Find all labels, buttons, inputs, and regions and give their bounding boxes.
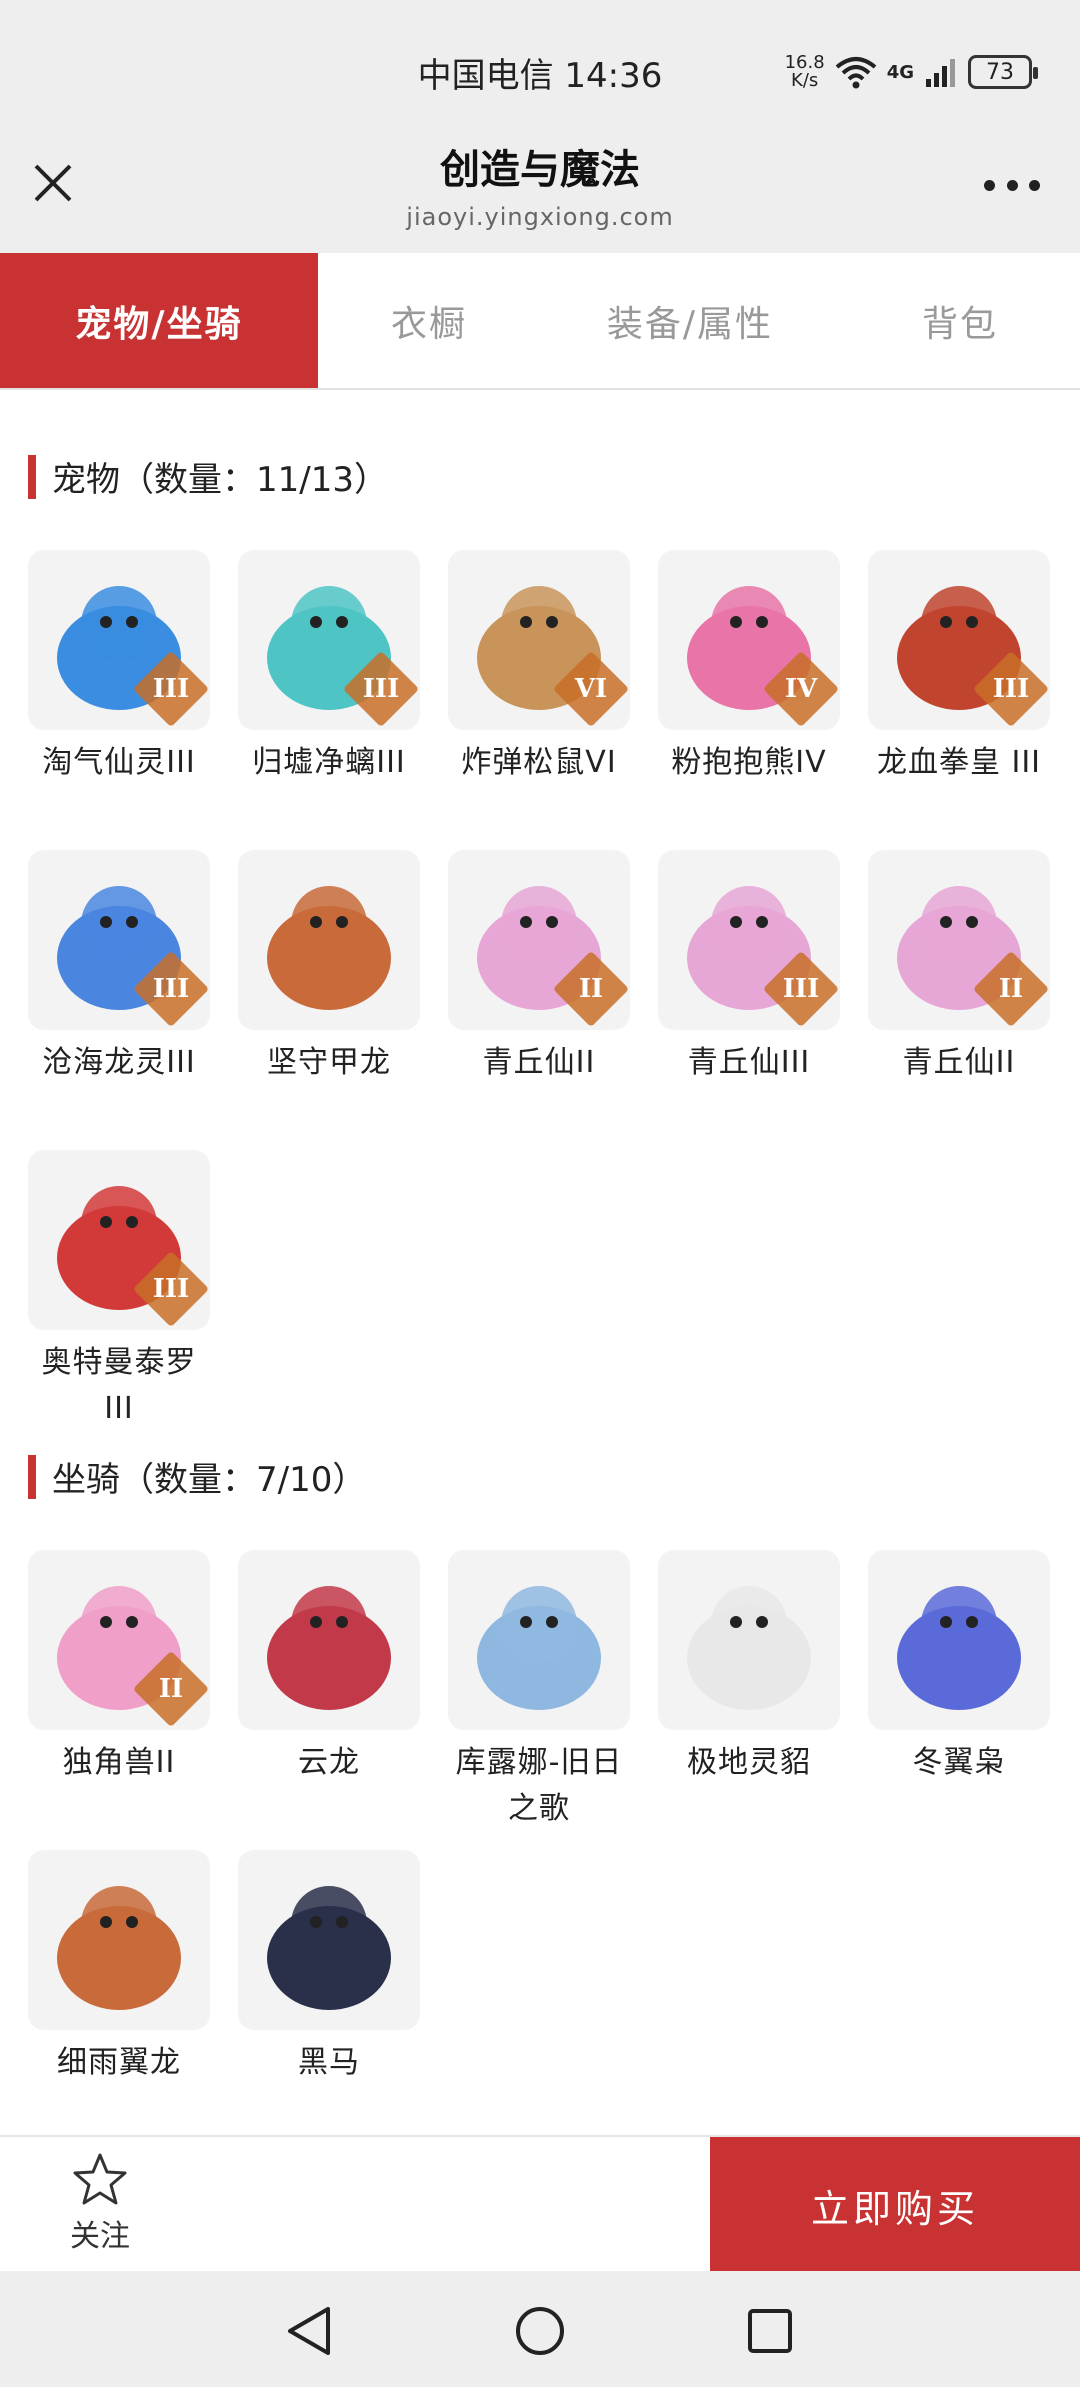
more-options-icon[interactable] [984,175,1040,195]
white-fox-icon [687,1586,811,1710]
list-item[interactable]: 坚守甲龙 [238,850,420,1086]
page-url: jiaoyi.yingxiong.com [406,203,674,231]
item-thumbnail: III [28,850,210,1030]
tab-wardrobe[interactable]: 衣橱 [318,253,540,388]
tab-backpack[interactable]: 背包 [840,253,1080,388]
list-item[interactable]: III 淘气仙灵III [28,550,210,786]
black-horse-icon [267,1886,391,2010]
rank-badge-text: VI [574,674,608,704]
tab-equipment-attributes[interactable]: 装备/属性 [540,253,840,388]
battery-icon: 73 [968,55,1038,89]
bottom-action-bar: 关注 立即购买 [0,2135,1080,2273]
list-item[interactable]: VI 炸弹松鼠VI [448,550,630,786]
item-name: 坚守甲龙 [267,1045,391,1080]
rank-badge-text: III [992,674,1030,704]
tab-bar: 宠物/坐骑 衣橱 装备/属性 背包 [0,253,1080,390]
tab-pets-mounts[interactable]: 宠物/坐骑 [0,253,318,388]
item-thumbnail: VI [448,550,630,730]
list-item[interactable]: III 沧海龙灵III [28,850,210,1086]
list-item[interactable]: II 青丘仙II [448,850,630,1086]
item-name: 龙血拳皇 III [876,745,1042,780]
list-item[interactable]: II 独角兽II [28,1550,210,1786]
list-item[interactable]: 冬翼枭 [868,1550,1050,1786]
follow-button[interactable]: 关注 [60,2151,140,2255]
home-icon[interactable] [510,2301,570,2361]
mounts-section-title: 坐骑（数量：7/10） [28,1452,366,1501]
item-thumbnail [238,1850,420,2030]
item-name: 炸弹松鼠VI [461,745,617,780]
list-item[interactable]: III 奥特曼泰罗III [28,1150,210,1432]
net-speed: 16.8 K/s [784,52,825,91]
list-item[interactable]: 黑马 [238,1850,420,2086]
pets-section-title: 宠物（数量：11/13） [28,452,388,501]
list-item[interactable]: III 龙血拳皇 III [868,550,1050,786]
title-bar: 创造与魔法 jiaoyi.yingxiong.com [0,135,1080,253]
rank-badge-text: III [362,674,400,704]
list-item[interactable]: 库露娜-旧日之歌 [448,1550,630,1832]
rank-badge-text: II [998,974,1024,1004]
item-thumbnail: II [868,850,1050,1030]
item-name: 细雨翼龙 [57,2045,181,2080]
list-item[interactable]: 极地灵貂 [658,1550,840,1786]
item-thumbnail: III [658,850,840,1030]
item-thumbnail: II [28,1550,210,1730]
page-title: 创造与魔法 [440,147,640,193]
list-item[interactable]: III 归墟净螭III [238,550,420,786]
list-item[interactable]: II 青丘仙II [868,850,1050,1086]
item-name: 黑马 [298,2045,360,2080]
network-type: 4G [886,61,914,83]
pterodactyl-icon [57,1886,181,2010]
rank-badge-text: III [152,974,190,1004]
wifi-icon [835,57,876,89]
item-name: 粉抱抱熊IV [671,745,827,780]
item-name: 淘气仙灵III [42,745,196,780]
item-thumbnail: III [868,550,1050,730]
buy-now-button[interactable]: 立即购买 [710,2137,1080,2273]
rank-badge-text: III [152,674,190,704]
back-icon[interactable] [280,2301,340,2361]
status-bar: 中国电信 14:36 16.8 K/s 4G 73 [0,0,1080,135]
rank-badge-text: IV [784,674,818,704]
list-item[interactable]: 细雨翼龙 [28,1850,210,2086]
rank-badge-text: III [782,974,820,1004]
item-thumbnail [448,1550,630,1730]
item-name: 冬翼枭 [912,1745,1006,1780]
item-name: 青丘仙II [902,1045,1016,1080]
item-name: 库露娜-旧日之歌 [455,1745,623,1826]
item-name: 奥特曼泰罗III [41,1345,197,1426]
item-thumbnail: III [238,550,420,730]
item-name: 独角兽II [62,1745,176,1780]
item-name: 青丘仙III [687,1045,811,1080]
rank-badge-text: II [158,1674,184,1704]
item-thumbnail: II [448,850,630,1030]
item-name: 沧海龙灵III [42,1045,196,1080]
item-thumbnail [868,1550,1050,1730]
sheep-girl-icon [477,1586,601,1710]
recents-icon[interactable] [740,2301,800,2361]
rank-badge-text: II [578,974,604,1004]
item-thumbnail: III [28,1150,210,1330]
list-item[interactable]: 云龙 [238,1550,420,1786]
follow-label: 关注 [70,2219,130,2254]
item-name: 极地灵貂 [687,1745,811,1780]
list-item[interactable]: IV 粉抱抱熊IV [658,550,840,786]
item-thumbnail [238,850,420,1030]
item-thumbnail [658,1550,840,1730]
star-icon [73,2153,127,2205]
item-thumbnail: IV [658,550,840,730]
cloud-dragon-icon [267,1586,391,1710]
status-icons: 16.8 K/s 4G 73 [784,48,1038,96]
system-nav-bar [0,2271,1080,2387]
rank-badge-text: III [152,1274,190,1304]
item-thumbnail [28,1850,210,2030]
item-name: 归墟净螭III [252,745,406,780]
list-item[interactable]: III 青丘仙III [658,850,840,1086]
item-thumbnail: III [28,550,210,730]
item-name: 云龙 [298,1745,360,1780]
signal-icon [926,59,955,87]
armored-dragon-icon [267,886,391,1010]
owl-icon [897,1586,1021,1710]
item-thumbnail [238,1550,420,1730]
item-name: 青丘仙II [482,1045,596,1080]
